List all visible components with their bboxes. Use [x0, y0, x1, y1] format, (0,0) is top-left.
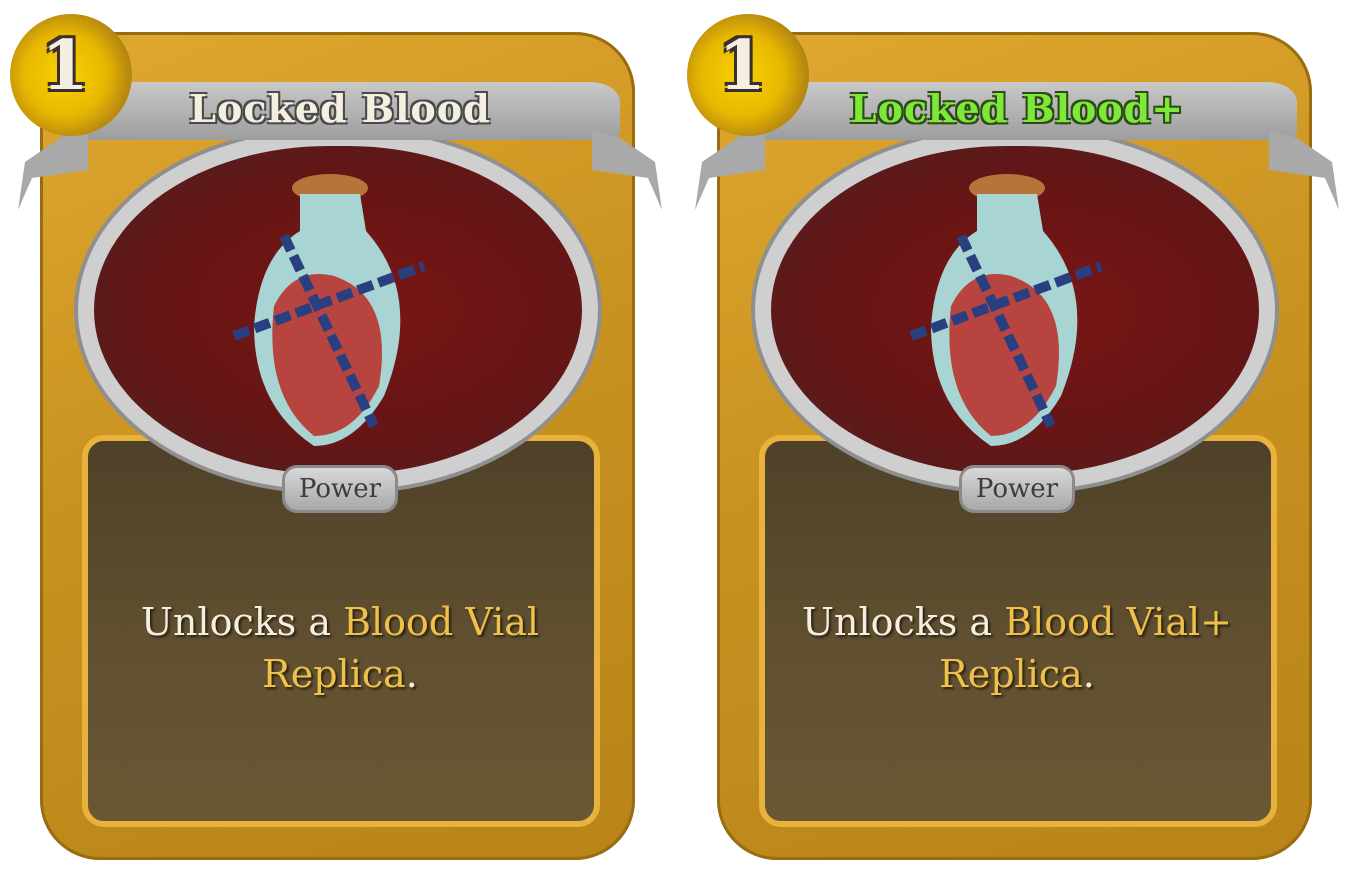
desc-text: . — [1082, 652, 1095, 696]
chained-blood-vial-icon — [232, 174, 426, 446]
desc-text: Unlocks a — [802, 600, 1005, 644]
desc-keyword: Blood Vial+ — [1004, 600, 1232, 644]
card-title: Locked Blood+ — [849, 86, 1185, 131]
desc-text: . — [405, 652, 418, 696]
card-type-label: Power — [962, 468, 1072, 510]
card-locked-blood-upgraded[interactable]: Locked Blood+ 1 Power Unlocks a Blood Vi… — [677, 0, 1356, 874]
card-type-label: Power — [285, 468, 395, 510]
desc-keyword: Replica — [262, 652, 406, 696]
card-description: Unlocks a Blood Vial Replica. — [100, 596, 580, 700]
card-description: Unlocks a Blood Vial+ Replica. — [777, 596, 1257, 700]
desc-text: Unlocks a — [140, 600, 344, 644]
desc-keyword: Replica — [939, 652, 1083, 696]
energy-cost: 1 — [718, 26, 766, 106]
card-art — [94, 146, 582, 474]
card-title: Locked Blood — [189, 86, 491, 131]
energy-cost: 1 — [41, 26, 89, 106]
card-locked-blood[interactable]: Locked Blood 1 Power Unlocks a Blood Via… — [0, 0, 680, 874]
card-art — [771, 146, 1259, 474]
chained-blood-vial-icon — [909, 174, 1103, 446]
desc-keyword: Blood Vial — [343, 600, 540, 644]
